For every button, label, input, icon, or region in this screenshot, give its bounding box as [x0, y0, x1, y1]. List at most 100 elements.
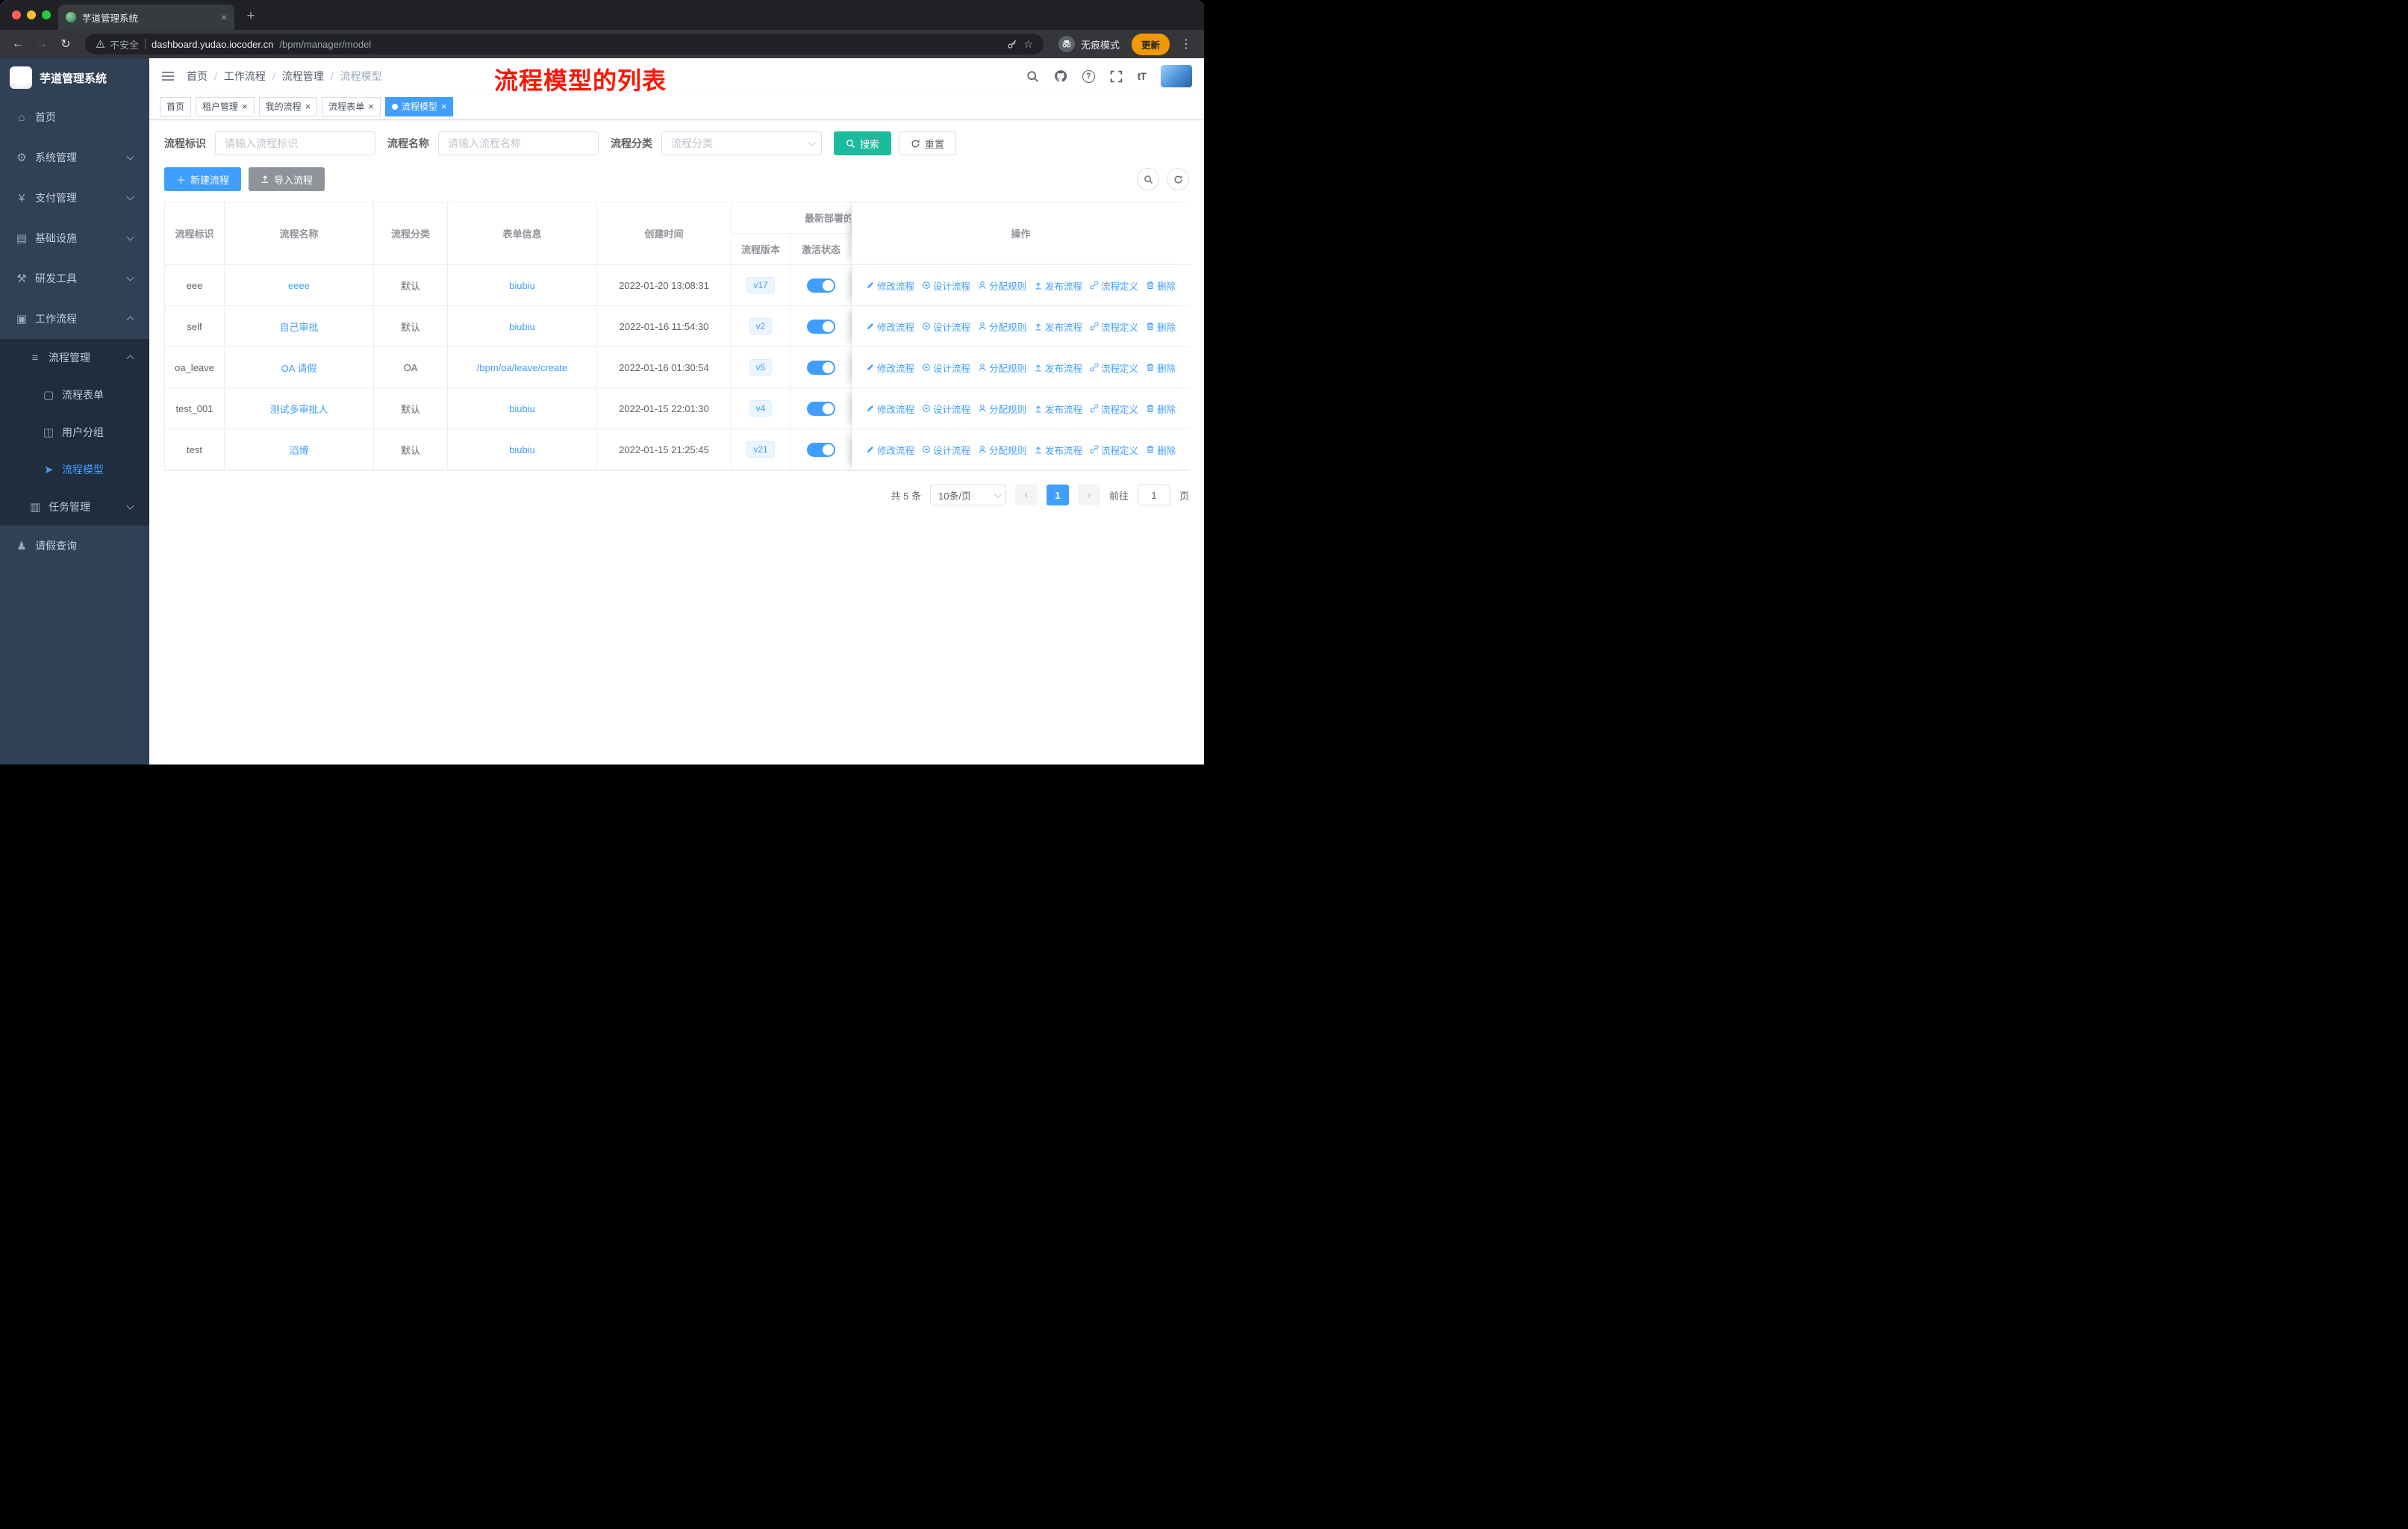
flow-name-link[interactable]: 滔博 [289, 445, 308, 456]
help-icon[interactable]: ? [1082, 69, 1095, 83]
tag[interactable]: 流程表单 × [322, 96, 381, 116]
next-page-button[interactable]: › [1077, 485, 1100, 505]
flow-name-input[interactable] [438, 131, 599, 155]
close-window-button[interactable] [12, 10, 21, 19]
breadcrumb-item-workflow[interactable]: 工作流程 [224, 69, 266, 84]
browser-update-button[interactable]: 更新 [1131, 33, 1170, 55]
sidebar-item[interactable]: ♟ 请假查询 [0, 526, 149, 566]
action-publish-flow[interactable]: 发布流程 [1034, 278, 1082, 293]
tag-close-icon[interactable]: × [242, 102, 248, 111]
back-button[interactable]: ← [7, 34, 28, 55]
action-delete[interactable]: 删除 [1146, 320, 1176, 334]
action-assign-rule[interactable]: 分配规则 [978, 361, 1026, 375]
category-select[interactable]: 流程分类 [661, 131, 822, 155]
action-design-flow[interactable]: 设计流程 [922, 361, 970, 375]
tab-close-icon[interactable]: × [221, 11, 227, 23]
new-tab-button[interactable]: + [240, 6, 261, 27]
font-size-icon[interactable]: tT [1138, 70, 1147, 82]
action-assign-rule[interactable]: 分配规则 [978, 402, 1026, 416]
action-delete[interactable]: 删除 [1146, 443, 1176, 457]
tag-close-icon[interactable]: × [305, 102, 311, 111]
form-info-link[interactable]: biubiu [509, 280, 535, 291]
sidebar-item[interactable]: ⚒ 研发工具 [0, 258, 149, 299]
version-badge[interactable]: v2 [749, 318, 773, 334]
action-delete[interactable]: 删除 [1146, 361, 1176, 375]
page-size-select[interactable]: 10条/页 [929, 485, 1006, 505]
flow-name-link[interactable]: 测试多审批人 [269, 404, 328, 415]
refresh-button[interactable] [1167, 168, 1189, 190]
action-edit-flow[interactable]: 修改流程 [866, 361, 914, 375]
github-icon[interactable] [1054, 69, 1067, 83]
action-publish-flow[interactable]: 发布流程 [1034, 320, 1082, 334]
action-assign-rule[interactable]: 分配规则 [978, 443, 1026, 457]
password-key-icon[interactable] [1007, 39, 1017, 49]
version-badge[interactable]: v21 [746, 441, 775, 458]
reset-button[interactable]: 重置 [899, 131, 957, 155]
sidebar-item[interactable]: ¥ 支付管理 [0, 178, 149, 218]
zoom-window-button[interactable] [42, 10, 51, 19]
sidebar-item[interactable]: ⚙ 系统管理 [0, 137, 149, 178]
action-publish-flow[interactable]: 发布流程 [1034, 361, 1082, 375]
sidebar-item[interactable]: ▢ 流程表单 [0, 376, 149, 414]
collapse-sidebar-icon[interactable] [161, 70, 175, 82]
action-publish-flow[interactable]: 发布流程 [1034, 402, 1082, 416]
action-edit-flow[interactable]: 修改流程 [866, 443, 914, 457]
active-toggle[interactable] [806, 360, 835, 375]
user-avatar[interactable] [1161, 65, 1192, 87]
action-delete[interactable]: 删除 [1146, 402, 1176, 416]
breadcrumb-item-flow-manage[interactable]: 流程管理 [282, 69, 324, 84]
action-publish-flow[interactable]: 发布流程 [1034, 443, 1082, 457]
forward-button[interactable]: → [31, 34, 52, 55]
action-edit-flow[interactable]: 修改流程 [866, 320, 914, 334]
reload-button[interactable]: ↻ [55, 34, 76, 55]
action-design-flow[interactable]: 设计流程 [922, 443, 970, 457]
form-info-link[interactable]: biubiu [509, 321, 535, 332]
flow-key-input[interactable] [215, 131, 375, 155]
form-info-link[interactable]: biubiu [509, 403, 535, 414]
fullscreen-icon[interactable] [1110, 70, 1123, 83]
search-button[interactable]: 搜索 [834, 131, 892, 155]
action-design-flow[interactable]: 设计流程 [922, 278, 970, 293]
action-flow-definition[interactable]: 流程定义 [1090, 320, 1138, 334]
version-badge[interactable]: v5 [749, 359, 773, 376]
sidebar-item[interactable]: ➤ 流程模型 [0, 451, 149, 488]
address-bar[interactable]: 不安全 dashboard.yudao.iocoder.cn/bpm/manag… [85, 34, 1044, 55]
action-delete[interactable]: 删除 [1146, 278, 1176, 293]
create-flow-button[interactable]: ＋ 新建流程 [164, 167, 242, 191]
flow-name-link[interactable]: eeee [288, 280, 310, 291]
search-icon[interactable] [1026, 70, 1039, 83]
browser-tab[interactable]: 芋道管理系统 × [58, 4, 234, 30]
version-badge[interactable]: v4 [749, 400, 773, 417]
active-toggle[interactable] [806, 278, 835, 293]
page-number-1[interactable]: 1 [1046, 485, 1069, 505]
sidebar-item[interactable]: ▣ 工作流程 [0, 299, 149, 339]
tag-close-icon[interactable]: × [368, 102, 374, 111]
action-flow-definition[interactable]: 流程定义 [1090, 443, 1138, 457]
sidebar-item[interactable]: ≡ 流程管理 [0, 339, 149, 376]
active-toggle[interactable] [806, 319, 835, 334]
tag[interactable]: 我的流程 × [258, 96, 318, 116]
tag[interactable]: 租户管理 × [196, 96, 255, 116]
tag[interactable]: 流程模型 × [384, 96, 454, 116]
sidebar-item[interactable]: ⌂ 首页 [0, 97, 149, 137]
tag-close-icon[interactable]: × [441, 102, 447, 111]
sidebar-item[interactable]: ▥ 任务管理 [0, 488, 149, 526]
active-toggle[interactable] [806, 401, 835, 416]
flow-name-link[interactable]: 自己审批 [279, 322, 318, 333]
import-flow-button[interactable]: 导入流程 [249, 167, 325, 191]
version-badge[interactable]: v17 [746, 277, 775, 293]
flow-name-link[interactable]: OA 请假 [281, 363, 317, 374]
prev-page-button[interactable]: ‹ [1014, 485, 1038, 505]
sidebar-item[interactable]: ▤ 基础设施 [0, 218, 149, 258]
action-flow-definition[interactable]: 流程定义 [1090, 278, 1138, 293]
minimize-window-button[interactable] [27, 10, 36, 19]
action-assign-rule[interactable]: 分配规则 [978, 320, 1026, 334]
action-assign-rule[interactable]: 分配规则 [978, 278, 1026, 293]
form-info-link[interactable]: /bpm/oa/leave/create [477, 362, 567, 373]
action-flow-definition[interactable]: 流程定义 [1090, 402, 1138, 416]
goto-page-input[interactable] [1137, 485, 1170, 505]
form-info-link[interactable]: biubiu [509, 444, 535, 455]
action-design-flow[interactable]: 设计流程 [922, 320, 970, 334]
breadcrumb-item-home[interactable]: 首页 [187, 69, 208, 84]
toggle-search-button[interactable] [1137, 168, 1159, 190]
